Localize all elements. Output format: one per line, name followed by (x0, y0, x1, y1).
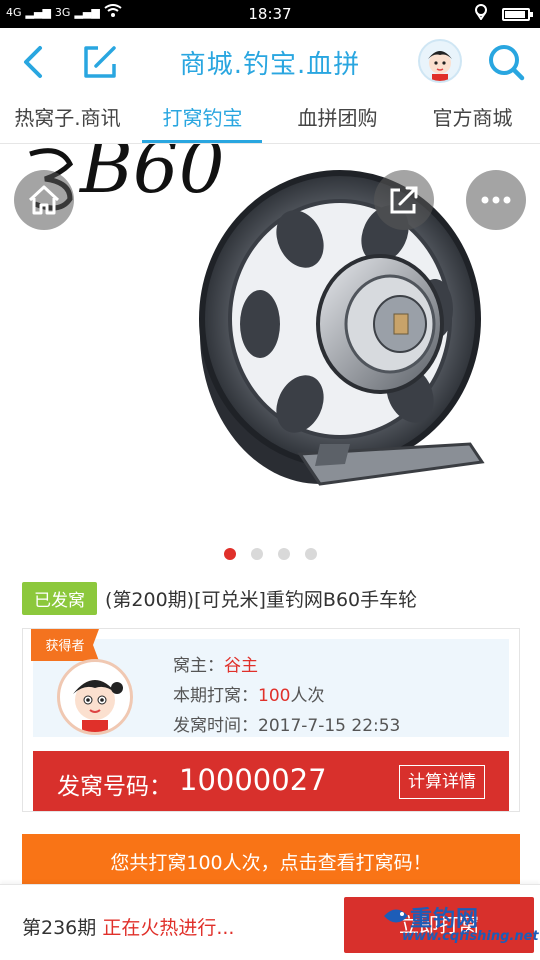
more-button[interactable] (466, 170, 526, 230)
location-icon (474, 4, 488, 24)
product-title-row: 已发窝 (第200期)[可兑米]重钓网B60手车轮 (22, 581, 522, 615)
owner-label: 窝主： (173, 656, 224, 676)
carousel-dot-4[interactable] (304, 548, 317, 560)
period-unit: 人次 (290, 686, 325, 706)
carousel-dot-2[interactable] (250, 548, 263, 560)
carousel-pagination (0, 548, 540, 562)
time-line: 发窝时间：2017-7-15 22:53 (173, 711, 400, 736)
home-button[interactable] (14, 170, 74, 230)
winner-ribbon-label: 获得者 (45, 638, 84, 654)
share-button[interactable] (374, 170, 434, 230)
site-watermark: 重钓网 www.cqfishing.net (382, 893, 540, 957)
owner-value: 谷主 (224, 656, 258, 676)
reel-model-text: B60 (78, 144, 225, 209)
period-status: 正在火热进行... (102, 917, 235, 939)
fly-reel-image: B60 (29, 144, 485, 486)
tab-bait-treasure[interactable]: 打窝钓宝 (135, 96, 270, 144)
user-avatar[interactable] (418, 39, 462, 83)
search-button[interactable] (486, 42, 526, 82)
bottom-bar: 第236期 正在火热进行... 立即打窝 重钓网 www.cqfishing.n… (0, 884, 540, 960)
owner-line: 窝主：谷主 (173, 651, 258, 676)
time-value: 2017-7-15 22:53 (258, 716, 401, 736)
search-icon (489, 45, 525, 81)
status-right (474, 4, 533, 24)
period-number: 第236期 (22, 917, 97, 939)
period-count: 100 (258, 686, 291, 706)
draw-number-label: 发窝号码： (57, 774, 172, 800)
draw-number-bar: 发窝号码： 10000027 计算详情 (33, 751, 509, 811)
winner-card: 窝主：谷主 本期打窝：100人次 发窝时间：2017-7-15 22:53 获得… (22, 628, 520, 812)
active-tab-indicator (142, 140, 262, 143)
product-title: (第200期)[可兑米]重钓网B60手车轮 (105, 588, 418, 611)
watermark-url: www.cqfishing.net (402, 929, 539, 944)
calculation-details-button[interactable]: 计算详情 (399, 765, 485, 799)
tab-hot-news[interactable]: 热窝子.商讯 (0, 96, 135, 144)
tab-official-store[interactable]: 官方商城 (405, 96, 540, 144)
status-time: 18:37 (248, 5, 292, 23)
battery-icon (502, 7, 533, 21)
winner-avatar[interactable] (57, 659, 133, 735)
home-icon (28, 185, 60, 215)
draw-number-value: 10000027 (179, 763, 327, 797)
share-icon (390, 186, 418, 214)
tab-group-buy[interactable]: 血拼团购 (270, 96, 405, 144)
status-bar: 4G ▂▄▆ 3G ▂▄▆ 18:37 (0, 0, 540, 28)
app-header: 商城.钓宝.血拼 (0, 28, 540, 96)
more-dots-icon (481, 196, 511, 204)
carousel-dot-3[interactable] (277, 548, 290, 560)
tab-bar: 热窝子.商讯 打窝钓宝 血拼团购 官方商城 (0, 96, 540, 144)
avatar-icon (428, 51, 452, 81)
avatar-icon (73, 680, 123, 732)
period-line: 本期打窝：100人次 (173, 681, 324, 706)
time-label: 发窝时间： (173, 716, 258, 736)
period-label: 本期打窝： (173, 686, 258, 706)
product-carousel[interactable]: B60 (0, 144, 540, 572)
fish-logo-icon (384, 909, 408, 923)
current-period: 第236期 正在火热进行... (22, 913, 234, 940)
carousel-dot-1[interactable] (223, 548, 236, 560)
status-badge: 已发窝 (22, 581, 97, 615)
